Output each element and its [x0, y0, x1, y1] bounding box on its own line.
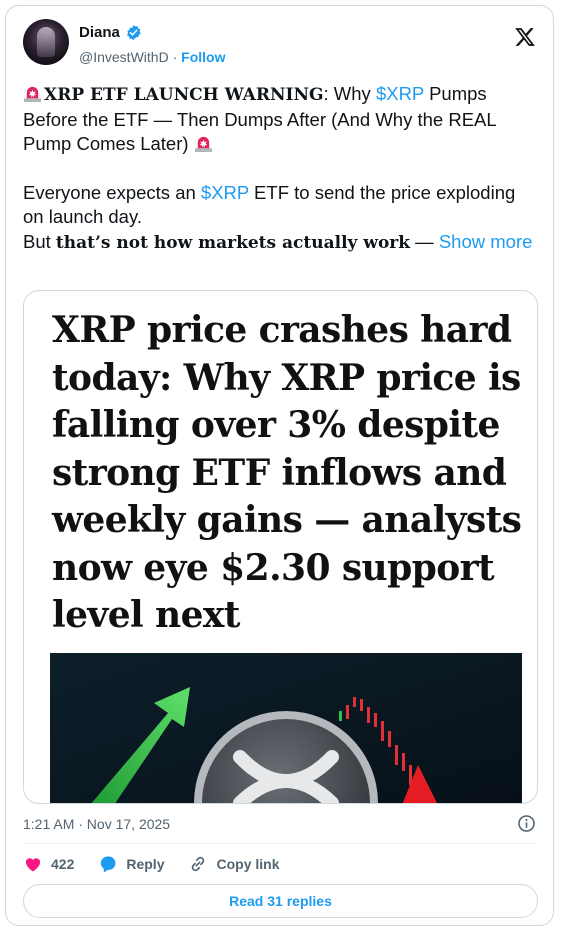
cashtag-link[interactable]: $XRP — [376, 83, 424, 104]
verified-badge-icon — [126, 25, 141, 40]
read-replies-button[interactable]: Read 31 replies — [23, 884, 538, 918]
tweet-text: XRP ETF LAUNCH WARNING: Why $XRP Pumps B… — [23, 82, 538, 255]
tweet-paragraph-3: But that’s not how markets actually work… — [23, 230, 538, 256]
text-fragment: Everyone expects an — [23, 181, 201, 203]
link-icon — [192, 856, 205, 872]
reply-label: Reply — [126, 856, 165, 872]
siren-icon — [194, 136, 212, 153]
copy-link-button[interactable]: Copy link — [188, 854, 280, 874]
copy-link-label: Copy link — [216, 856, 280, 872]
tweet-card: Diana @InvestWithD · Follow XRP ETF LAUN… — [5, 5, 554, 926]
text-fragment: : Why — [323, 83, 376, 104]
cashtag-link[interactable]: $XRP — [201, 182, 249, 203]
tweet-paragraph-2: Everyone expects an $XRP ETF to send the… — [23, 181, 538, 230]
divider — [23, 843, 538, 844]
like-button[interactable]: 422 — [23, 854, 74, 874]
follow-button[interactable]: Follow — [181, 49, 225, 65]
author-handle-row: @InvestWithD · Follow — [79, 49, 225, 65]
reply-bubble-icon — [101, 856, 116, 873]
like-count: 422 — [51, 856, 75, 872]
media-image[interactable]: XRP price crashes hard today: Why XRP pr… — [23, 290, 538, 804]
text-fragment: But — [23, 230, 56, 252]
show-more-link[interactable]: Show more — [439, 231, 533, 252]
tweet-paragraph-1: XRP ETF LAUNCH WARNING: Why $XRP Pumps B… — [23, 82, 538, 157]
x-logo-icon[interactable] — [514, 26, 536, 48]
author-name-row: Diana — [79, 24, 142, 41]
action-bar: 422 Reply Copy link — [23, 854, 304, 874]
text-fragment: — — [410, 230, 439, 252]
author-handle[interactable]: @InvestWithD — [79, 49, 169, 65]
media-headline: XRP price crashes hard today: Why XRP pr… — [52, 309, 522, 636]
siren-icon — [23, 86, 42, 103]
avatar[interactable] — [23, 19, 69, 65]
heart-icon — [25, 858, 41, 872]
author-name[interactable]: Diana — [79, 24, 120, 41]
warning-heading: XRP ETF LAUNCH WARNING — [44, 85, 324, 105]
bold-phrase: that’s not how markets actually work — [55, 232, 411, 253]
timestamp-link[interactable]: 1:21 AM · Nov 17, 2025 — [23, 816, 170, 832]
info-icon[interactable] — [517, 814, 536, 833]
separator-dot: · — [172, 49, 178, 65]
xrp-chart-illustration — [50, 653, 522, 803]
reply-button[interactable]: Reply — [98, 854, 164, 874]
